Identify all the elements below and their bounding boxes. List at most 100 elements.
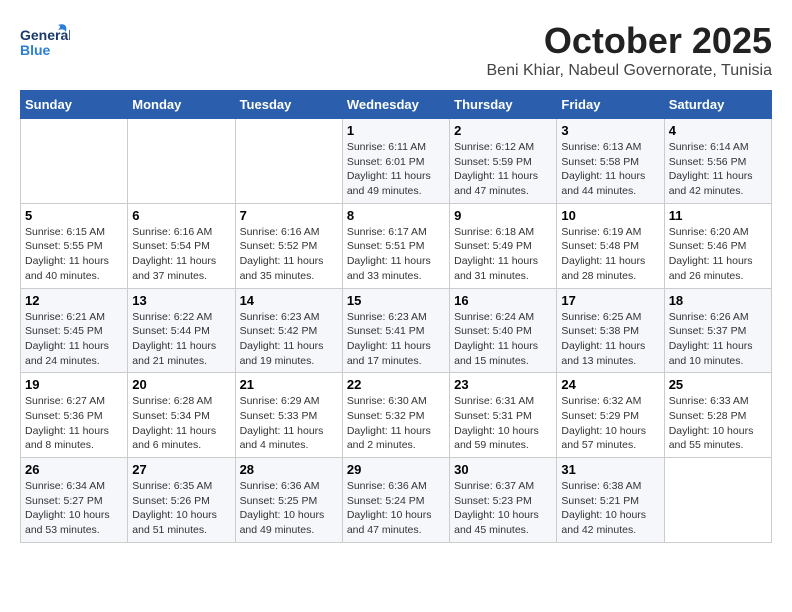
day-info: Sunrise: 6:11 AM Sunset: 6:01 PM Dayligh… [347,140,445,199]
calendar-cell: 28 Sunrise: 6:36 AM Sunset: 5:25 PM Dayli… [235,458,342,543]
calendar-cell [664,458,771,543]
logo-icon: General Blue [20,20,70,60]
day-info: Sunrise: 6:23 AM Sunset: 5:42 PM Dayligh… [240,310,338,369]
day-info: Sunrise: 6:13 AM Sunset: 5:58 PM Dayligh… [561,140,659,199]
calendar-cell: 1 Sunrise: 6:11 AM Sunset: 6:01 PM Daylig… [342,119,449,204]
calendar-cell: 9 Sunrise: 6:18 AM Sunset: 5:49 PM Daylig… [450,203,557,288]
day-info: Sunrise: 6:29 AM Sunset: 5:33 PM Dayligh… [240,394,338,453]
day-number: 9 [454,208,552,223]
month-title: October 2025 [487,20,773,62]
calendar-cell: 30 Sunrise: 6:37 AM Sunset: 5:23 PM Dayli… [450,458,557,543]
calendar-cell: 18Sunrise: 6:26 AM Sunset: 5:37 PM Dayli… [664,288,771,373]
calendar-cell: 27 Sunrise: 6:35 AM Sunset: 5:26 PM Dayli… [128,458,235,543]
calendar-cell: 10 Sunrise: 6:19 AM Sunset: 5:48 PM Dayli… [557,203,664,288]
day-number: 24 [561,377,659,392]
day-info: Sunrise: 6:30 AM Sunset: 5:32 PM Dayligh… [347,394,445,453]
calendar-cell: 14 Sunrise: 6:23 AM Sunset: 5:42 PM Dayli… [235,288,342,373]
day-info: Sunrise: 6:37 AM Sunset: 5:23 PM Dayligh… [454,479,552,538]
day-number: 26 [25,462,123,477]
day-info: Sunrise: 6:21 AM Sunset: 5:45 PM Dayligh… [25,310,123,369]
week-row-1: 1 Sunrise: 6:11 AM Sunset: 6:01 PM Daylig… [21,119,772,204]
day-number: 5 [25,208,123,223]
day-number: 7 [240,208,338,223]
day-info: Sunrise: 6:27 AM Sunset: 5:36 PM Dayligh… [25,394,123,453]
calendar-cell: 26 Sunrise: 6:34 AM Sunset: 5:27 PM Dayli… [21,458,128,543]
day-number: 10 [561,208,659,223]
day-number: 13 [132,293,230,308]
day-number: 25 [669,377,767,392]
calendar-cell: 8 Sunrise: 6:17 AM Sunset: 5:51 PM Daylig… [342,203,449,288]
day-number: 28 [240,462,338,477]
day-number: 30 [454,462,552,477]
logo: General Blue [20,20,74,60]
svg-text:Blue: Blue [20,42,51,58]
day-info: Sunrise: 6:15 AM Sunset: 5:55 PM Dayligh… [25,225,123,284]
calendar-cell: 19 Sunrise: 6:27 AM Sunset: 5:36 PM Dayli… [21,373,128,458]
calendar-cell: 11 Sunrise: 6:20 AM Sunset: 5:46 PM Dayli… [664,203,771,288]
title-block: October 2025 Beni Khiar, Nabeul Governor… [487,20,773,80]
calendar-cell: 25Sunrise: 6:33 AM Sunset: 5:28 PM Dayli… [664,373,771,458]
day-info: Sunrise: 6:17 AM Sunset: 5:51 PM Dayligh… [347,225,445,284]
day-number: 1 [347,123,445,138]
location: Beni Khiar, Nabeul Governorate, Tunisia [487,62,773,80]
calendar-table: SundayMondayTuesdayWednesdayThursdayFrid… [20,90,772,543]
day-of-week-friday: Friday [557,91,664,119]
day-number: 15 [347,293,445,308]
calendar-cell: 7 Sunrise: 6:16 AM Sunset: 5:52 PM Daylig… [235,203,342,288]
calendar-cell: 16Sunrise: 6:24 AM Sunset: 5:40 PM Dayli… [450,288,557,373]
day-info: Sunrise: 6:35 AM Sunset: 5:26 PM Dayligh… [132,479,230,538]
day-of-week-monday: Monday [128,91,235,119]
calendar-cell: 21Sunrise: 6:29 AM Sunset: 5:33 PM Dayli… [235,373,342,458]
day-info: Sunrise: 6:12 AM Sunset: 5:59 PM Dayligh… [454,140,552,199]
calendar-cell: 5 Sunrise: 6:15 AM Sunset: 5:55 PM Daylig… [21,203,128,288]
day-number: 3 [561,123,659,138]
calendar-cell: 13Sunrise: 6:22 AM Sunset: 5:44 PM Dayli… [128,288,235,373]
calendar-cell [21,119,128,204]
day-number: 8 [347,208,445,223]
day-info: Sunrise: 6:20 AM Sunset: 5:46 PM Dayligh… [669,225,767,284]
day-number: 14 [240,293,338,308]
week-row-5: 26 Sunrise: 6:34 AM Sunset: 5:27 PM Dayli… [21,458,772,543]
day-of-week-wednesday: Wednesday [342,91,449,119]
day-info: Sunrise: 6:32 AM Sunset: 5:29 PM Dayligh… [561,394,659,453]
day-of-week-tuesday: Tuesday [235,91,342,119]
day-info: Sunrise: 6:14 AM Sunset: 5:56 PM Dayligh… [669,140,767,199]
day-info: Sunrise: 6:38 AM Sunset: 5:21 PM Dayligh… [561,479,659,538]
day-info: Sunrise: 6:19 AM Sunset: 5:48 PM Dayligh… [561,225,659,284]
calendar-cell: 12 Sunrise: 6:21 AM Sunset: 5:45 PM Dayli… [21,288,128,373]
calendar-cell: 20Sunrise: 6:28 AM Sunset: 5:34 PM Dayli… [128,373,235,458]
week-row-4: 19 Sunrise: 6:27 AM Sunset: 5:36 PM Dayli… [21,373,772,458]
day-info: Sunrise: 6:25 AM Sunset: 5:38 PM Dayligh… [561,310,659,369]
day-of-week-sunday: Sunday [21,91,128,119]
calendar-cell: 23 Sunrise: 6:31 AM Sunset: 5:31 PM Dayli… [450,373,557,458]
day-number: 19 [25,377,123,392]
day-info: Sunrise: 6:24 AM Sunset: 5:40 PM Dayligh… [454,310,552,369]
calendar-cell [235,119,342,204]
day-info: Sunrise: 6:16 AM Sunset: 5:52 PM Dayligh… [240,225,338,284]
calendar-cell: 4 Sunrise: 6:14 AM Sunset: 5:56 PM Daylig… [664,119,771,204]
calendar-cell [128,119,235,204]
day-number: 4 [669,123,767,138]
page-header: General Blue October 2025 Beni Khiar, Na… [20,20,772,80]
calendar-cell: 17Sunrise: 6:25 AM Sunset: 5:38 PM Dayli… [557,288,664,373]
calendar-cell: 31Sunrise: 6:38 AM Sunset: 5:21 PM Dayli… [557,458,664,543]
day-info: Sunrise: 6:28 AM Sunset: 5:34 PM Dayligh… [132,394,230,453]
day-info: Sunrise: 6:34 AM Sunset: 5:27 PM Dayligh… [25,479,123,538]
calendar-cell: 15Sunrise: 6:23 AM Sunset: 5:41 PM Dayli… [342,288,449,373]
calendar-cell: 3 Sunrise: 6:13 AM Sunset: 5:58 PM Daylig… [557,119,664,204]
day-info: Sunrise: 6:16 AM Sunset: 5:54 PM Dayligh… [132,225,230,284]
calendar-cell: 2Sunrise: 6:12 AM Sunset: 5:59 PM Daylig… [450,119,557,204]
day-number: 6 [132,208,230,223]
day-number: 12 [25,293,123,308]
day-number: 27 [132,462,230,477]
calendar-cell: 22Sunrise: 6:30 AM Sunset: 5:32 PM Dayli… [342,373,449,458]
day-info: Sunrise: 6:36 AM Sunset: 5:24 PM Dayligh… [347,479,445,538]
day-info: Sunrise: 6:36 AM Sunset: 5:25 PM Dayligh… [240,479,338,538]
day-number: 29 [347,462,445,477]
day-number: 11 [669,208,767,223]
day-number: 18 [669,293,767,308]
day-info: Sunrise: 6:31 AM Sunset: 5:31 PM Dayligh… [454,394,552,453]
day-info: Sunrise: 6:18 AM Sunset: 5:49 PM Dayligh… [454,225,552,284]
day-number: 23 [454,377,552,392]
calendar-cell: 6 Sunrise: 6:16 AM Sunset: 5:54 PM Daylig… [128,203,235,288]
